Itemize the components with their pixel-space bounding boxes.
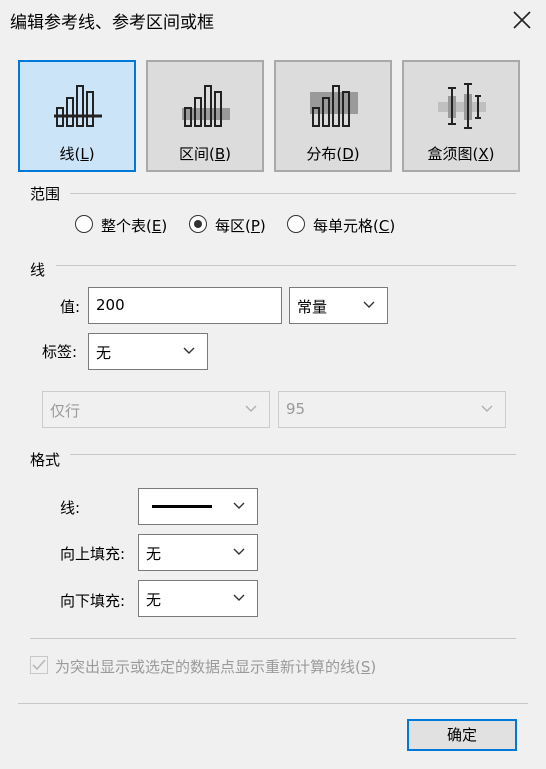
fill-below-dropdown[interactable]: 无 — [138, 580, 258, 617]
scope-divider — [70, 193, 516, 194]
label-label: 标签: — [42, 343, 78, 361]
chevron-down-icon — [481, 405, 493, 412]
line-divider — [56, 265, 516, 266]
type-line-key: L — [80, 145, 89, 163]
line-style-dropdown[interactable] — [138, 488, 258, 525]
type-distribution-button[interactable]: 分布(D) — [274, 60, 392, 172]
type-band-key: B — [214, 145, 226, 163]
chevron-down-icon — [363, 301, 375, 308]
type-band-name: 区间 — [178, 145, 209, 163]
line-style-preview — [152, 505, 212, 508]
scope-label-table: 整个表(E) — [101, 217, 168, 235]
fill-above-label: 向上填充: — [60, 545, 126, 563]
value-input[interactable]: 200 — [88, 287, 282, 324]
box-plot-icon — [438, 83, 486, 129]
scope-radio-cell[interactable] — [287, 215, 305, 233]
scope-radio-table[interactable] — [75, 215, 93, 233]
type-distribution-name: 分布 — [306, 145, 337, 163]
chevron-down-icon — [233, 502, 245, 509]
recalc-checkbox — [30, 656, 48, 674]
type-line-button[interactable]: 线(L) — [18, 60, 136, 172]
chevron-down-icon — [233, 594, 245, 601]
chevron-down-icon — [183, 347, 195, 354]
label-dropdown[interactable]: 无 — [88, 333, 208, 370]
line-heading: 线 — [30, 261, 46, 279]
ok-button[interactable]: 确定 — [407, 719, 517, 751]
reference-band-icon — [182, 85, 230, 127]
chevron-down-icon — [233, 548, 245, 555]
disabled-scope-dropdown: 仅行 — [42, 391, 270, 428]
type-boxplot-key: X — [478, 145, 489, 163]
reference-line-icon — [54, 85, 102, 127]
checkmark-icon — [32, 659, 46, 671]
type-line-name: 线 — [59, 145, 75, 163]
close-button[interactable] — [510, 8, 534, 32]
radio-selected-dot — [194, 220, 202, 228]
type-distribution-key: D — [342, 145, 354, 163]
footer-divider — [18, 703, 528, 704]
format-divider — [70, 454, 516, 455]
scope-heading: 范围 — [30, 185, 61, 203]
type-band-button[interactable]: 区间(B) — [146, 60, 264, 172]
format-heading: 格式 — [30, 451, 61, 469]
fill-above-dropdown[interactable]: 无 — [138, 534, 258, 571]
scope-label-cell: 每单元格(C) — [313, 217, 396, 235]
fill-below-label: 向下填充: — [60, 592, 126, 610]
format-line-label: 线: — [60, 499, 81, 517]
disabled-percent-dropdown: 95 — [278, 391, 506, 428]
value-label: 值: — [60, 298, 81, 316]
value-type-dropdown[interactable]: 常量 — [289, 287, 388, 324]
format-bottom-divider — [30, 638, 516, 639]
close-icon — [513, 11, 531, 29]
type-boxplot-button[interactable]: 盒须图(X) — [402, 60, 520, 172]
scope-radio-pane[interactable] — [189, 215, 207, 233]
recalc-label: 为突出显示或选定的数据点显示重新计算的线(S) — [55, 658, 377, 676]
distribution-icon — [310, 85, 358, 127]
chevron-down-icon — [245, 405, 257, 412]
scope-label-pane: 每区(P) — [215, 217, 266, 235]
dialog-title: 编辑参考线、参考区间或框 — [10, 13, 214, 33]
type-boxplot-name: 盒须图 — [427, 145, 473, 163]
